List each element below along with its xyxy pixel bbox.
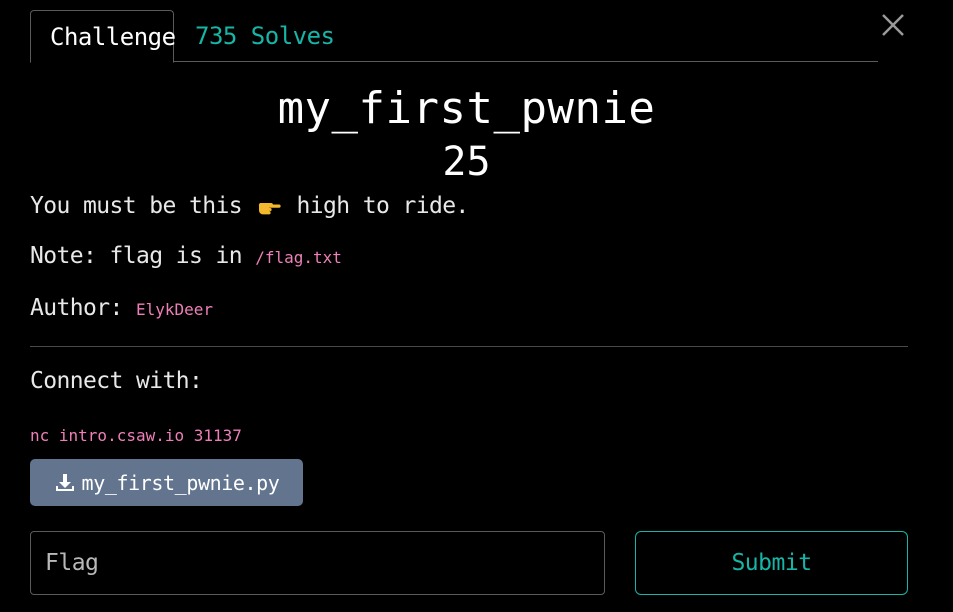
note-label: Note: flag is in xyxy=(30,243,243,269)
author-label: Author: xyxy=(30,295,123,321)
connect-label: Connect with: xyxy=(30,368,203,394)
close-button[interactable] xyxy=(878,10,908,40)
description-line-3: Author: ElykDeer xyxy=(30,295,213,321)
description-text: You must be this xyxy=(30,193,243,219)
tab-bar: Challenge 735 Solves xyxy=(30,10,878,63)
challenge-title: my_first_pwnie xyxy=(277,83,656,134)
author-name: ElykDeer xyxy=(135,300,214,319)
tab-solves[interactable]: 735 Solves xyxy=(176,10,354,62)
download-file-button[interactable]: my_first_pwnie.py xyxy=(30,459,303,506)
tab-challenge[interactable]: Challenge xyxy=(30,10,176,63)
close-icon xyxy=(882,14,904,36)
flag-path-code: /flag.txt xyxy=(255,248,342,267)
download-icon xyxy=(55,473,74,491)
description-line-1: You must be this high to ride. xyxy=(30,193,469,219)
file-name: my_first_pwnie.py xyxy=(81,470,280,495)
description-text: high to ride. xyxy=(296,193,469,219)
pointing-hand-icon xyxy=(257,195,281,215)
divider xyxy=(30,346,908,347)
submit-button[interactable]: Submit xyxy=(635,531,908,595)
description-line-2: Note: flag is in /flag.txt xyxy=(30,243,342,269)
connect-command: nc intro.csaw.io 31137 xyxy=(30,426,242,445)
flag-input[interactable] xyxy=(30,531,605,595)
challenge-points: 25 xyxy=(442,139,491,185)
